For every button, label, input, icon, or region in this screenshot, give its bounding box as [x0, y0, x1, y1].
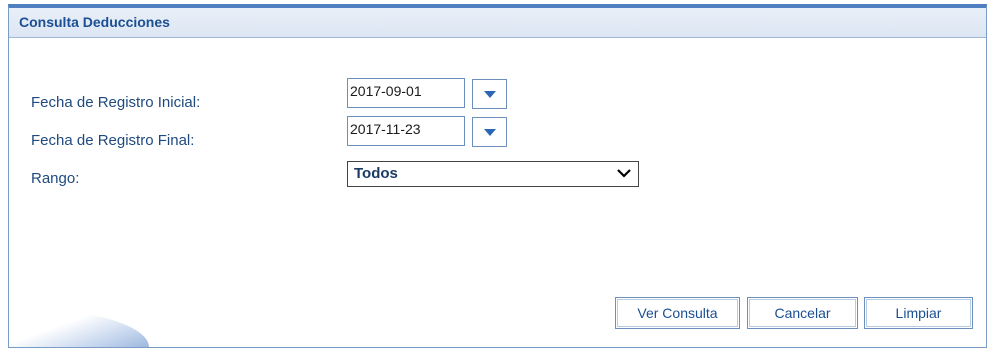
- decorative-swoosh: [9, 307, 149, 347]
- rango-select[interactable]: Todos: [347, 161, 639, 187]
- fecha-inicial-label: Fecha de Registro Inicial:: [31, 94, 201, 111]
- fecha-final-label: Fecha de Registro Final:: [31, 132, 195, 149]
- consulta-deducciones-panel: Consulta Deducciones Fecha de Registro I…: [8, 4, 987, 348]
- chevron-down-icon: [617, 169, 631, 178]
- panel-title: Consulta Deducciones: [19, 14, 170, 30]
- fecha-final-dropdown-button[interactable]: [472, 117, 507, 147]
- triangle-down-icon: [484, 91, 496, 98]
- panel-header: Consulta Deducciones: [9, 8, 986, 38]
- fecha-inicial-dropdown-button[interactable]: [472, 79, 507, 109]
- cancelar-button[interactable]: Cancelar: [747, 297, 858, 329]
- rango-selected-value: Todos: [354, 165, 398, 182]
- ver-consulta-button[interactable]: Ver Consulta: [615, 297, 740, 329]
- triangle-down-icon: [484, 129, 496, 136]
- fecha-final-input[interactable]: 2017-11-23: [347, 116, 465, 146]
- rango-label: Rango:: [31, 170, 80, 187]
- limpiar-button[interactable]: Limpiar: [864, 297, 973, 329]
- fecha-inicial-input[interactable]: 2017-09-01: [347, 78, 465, 108]
